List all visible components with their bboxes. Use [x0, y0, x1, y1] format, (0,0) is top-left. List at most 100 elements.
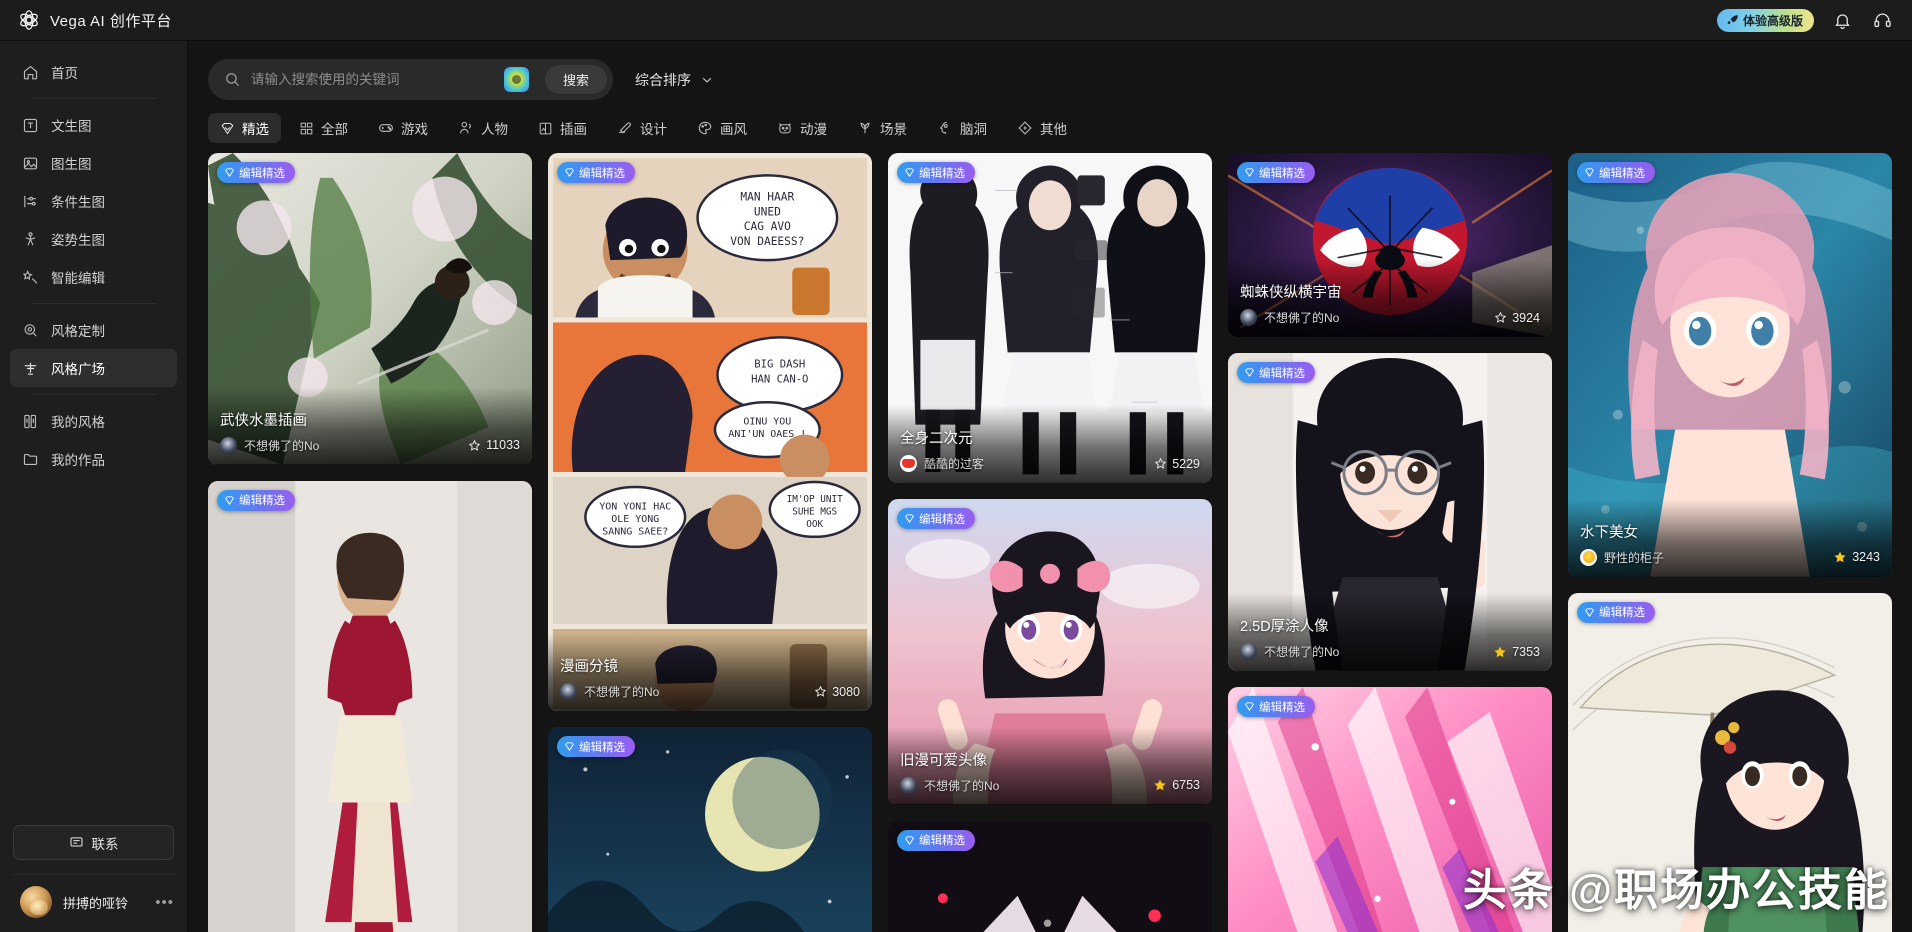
tab-people[interactable]: 人物 [446, 113, 520, 143]
diamond-icon [905, 514, 914, 524]
card-image [1568, 592, 1892, 932]
card-title: 蜘蛛侠纵横宇宙 [1240, 285, 1342, 302]
star-outline-icon [1494, 312, 1507, 324]
contact-button[interactable]: 联系 [13, 825, 174, 860]
card-footer: 旧漫可爱头像 不想佛了的No 6753 [888, 726, 1212, 805]
brand[interactable]: Vega AI 创作平台 [18, 9, 172, 31]
editor-pick-badge: 编辑精选 [217, 162, 295, 183]
masonry-column: 编辑精选 武侠水墨插画 不想佛了的No 11033 编辑精选 [208, 153, 532, 932]
sidebar-item-label: 我的风格 [51, 415, 105, 430]
tab-art-style[interactable]: 画风 [685, 113, 759, 143]
star-outline-icon [814, 686, 827, 698]
search-box[interactable]: 搜索 [208, 59, 613, 100]
camera-search-icon[interactable] [503, 67, 529, 92]
style-card[interactable]: 编辑精选 旧漫可爱头像 不想佛了的No 6753 [888, 499, 1212, 805]
editor-pick-badge: 编辑精选 [1577, 601, 1655, 623]
card-author: 不想佛了的No [924, 778, 1000, 793]
diamond-icon [905, 835, 914, 845]
sidebar-item-label: 风格广场 [51, 362, 105, 377]
more-dots-icon[interactable]: ••• [155, 894, 174, 911]
sidebar-item-label: 智能编辑 [51, 271, 105, 286]
sidebar-item-smart-edit[interactable]: 智能编辑 [10, 258, 177, 296]
card-footer: 蜘蛛侠纵横宇宙 不想佛了的No 3924 [1228, 259, 1552, 338]
sidebar: 首页 文生图 图生图 条件生图 姿势生图 智能编辑 风格定制 风格广场 我的风格… [0, 41, 188, 932]
badge-label: 编辑精选 [1259, 367, 1305, 380]
tab-game[interactable]: 游戏 [366, 113, 440, 143]
style-card[interactable]: 编辑精选 [548, 727, 872, 932]
masonry-grid: 编辑精选 武侠水墨插画 不想佛了的No 11033 编辑精选 MAN HAAR … [208, 153, 1892, 932]
tab-all[interactable]: 全部 [287, 113, 360, 143]
sidebar-item-my-style[interactable]: 我的风格 [10, 402, 177, 440]
sidebar-item-conditional-generation[interactable]: 条件生图 [10, 182, 177, 220]
pose-icon [25, 231, 36, 245]
style-card[interactable]: 编辑精选 2.5D厚涂人像 不想佛了的No 7353 [1228, 353, 1552, 672]
editor-pick-badge: 编辑精选 [1577, 162, 1655, 183]
star-value: 5229 [1172, 456, 1200, 471]
tab-anime[interactable]: 动漫 [765, 113, 839, 143]
sidebar-item-label: 我的作品 [51, 453, 105, 468]
card-star-count: 3080 [814, 685, 860, 699]
card-title: 武侠水墨插画 [220, 412, 307, 429]
tab-label: 动漫 [800, 122, 827, 137]
tab-label: 画风 [720, 122, 747, 137]
tab-label: 游戏 [401, 122, 428, 137]
sidebar-item-my-works[interactable]: 我的作品 [10, 440, 177, 478]
category-tabs: 精选 全部 游戏 人物 插画 设计 画风 动漫 场景 脑洞 其他 [188, 100, 1912, 153]
card-image [548, 727, 872, 932]
style-target-icon [24, 323, 37, 337]
card-title: 漫画分镜 [560, 659, 618, 676]
tab-scene[interactable]: 场景 [845, 113, 919, 143]
badge-label: 编辑精选 [919, 513, 965, 526]
masonry-column: 编辑精选 水下美女 野性的柜子 3243 编辑精选 [1568, 153, 1892, 932]
search-input[interactable] [251, 72, 494, 87]
tab-design[interactable]: 设计 [605, 113, 679, 143]
people-icon [460, 121, 471, 134]
user-profile[interactable]: 拼搏的哑铃 ••• [0, 875, 187, 932]
card-meta: 不想佛了的No 7353 [1240, 643, 1540, 661]
sort-selector[interactable]: 综合排序 [635, 70, 714, 90]
svg-text:MAN HAAR: MAN HAAR [740, 190, 794, 203]
style-card[interactable]: 编辑精选 [888, 820, 1212, 932]
premium-upgrade-button[interactable]: 体验高级版 [1716, 8, 1814, 32]
card-meta: 不想佛了的No 11033 [220, 436, 520, 454]
style-card[interactable]: 编辑精选 水下美女 野性的柜子 3243 [1568, 153, 1892, 577]
style-card[interactable]: MAN HAAR UNED CAG AVO VON DAEESS? BIG DASH… [548, 153, 872, 712]
sidebar-item-pose-generation[interactable]: 姿势生图 [10, 220, 177, 258]
svg-text:OINU YOU: OINU YOU [743, 417, 791, 428]
sidebar-item-label: 图生图 [51, 157, 92, 172]
sidebar-item-label: 风格定制 [51, 324, 105, 339]
editor-pick-badge: 编辑精选 [897, 162, 975, 183]
tab-featured[interactable]: 精选 [208, 113, 281, 143]
star-outline-icon [1154, 458, 1167, 470]
sidebar-item-style-plaza[interactable]: 风格广场 [10, 349, 177, 387]
sidebar-item-home[interactable]: 首页 [10, 53, 177, 91]
sidebar-nav: 首页 文生图 图生图 条件生图 姿势生图 智能编辑 风格定制 风格广场 我的风格… [0, 53, 187, 478]
tab-brainstorm[interactable]: 脑洞 [925, 113, 999, 143]
style-card[interactable]: 编辑精选 [208, 480, 532, 932]
sidebar-item-style-custom[interactable]: 风格定制 [10, 311, 177, 349]
tab-illustration[interactable]: 插画 [526, 113, 599, 143]
support-button[interactable] [1870, 8, 1894, 32]
style-card[interactable]: 编辑精选 武侠水墨插画 不想佛了的No 11033 [208, 153, 532, 465]
style-card[interactable]: 编辑精选 [1228, 687, 1552, 932]
card-star-count: 3243 [1833, 550, 1880, 564]
tab-other[interactable]: 其他 [1005, 113, 1079, 143]
style-plaza-icon [24, 362, 37, 375]
card-footer: 水下美女 野性的柜子 3243 [1568, 498, 1892, 577]
style-card[interactable]: 编辑精选 蜘蛛侠纵横宇宙 不想佛了的No 3924 [1228, 153, 1552, 338]
notifications-button[interactable] [1830, 8, 1854, 32]
brain-icon [939, 121, 948, 135]
sidebar-item-image-to-image[interactable]: 图生图 [10, 144, 177, 182]
style-card[interactable]: 编辑精选 [1568, 592, 1892, 932]
search-button[interactable]: 搜索 [544, 65, 607, 94]
masonry-column: MAN HAAR UNED CAG AVO VON DAEESS? BIG DASH… [548, 153, 872, 932]
sidebar-item-label: 姿势生图 [51, 233, 105, 248]
illustration-icon [539, 122, 552, 134]
diamond-icon [905, 168, 914, 177]
chevron-down-icon [702, 77, 712, 83]
sidebar-item-text-to-image[interactable]: 文生图 [10, 106, 177, 144]
svg-text:OLE YONG: OLE YONG [611, 514, 659, 525]
star-outline-icon [468, 439, 481, 451]
style-card[interactable]: 编辑精选 全身二次元 酷酷的过客 5229 [888, 153, 1212, 484]
editor-pick-badge: 编辑精选 [1237, 362, 1315, 384]
